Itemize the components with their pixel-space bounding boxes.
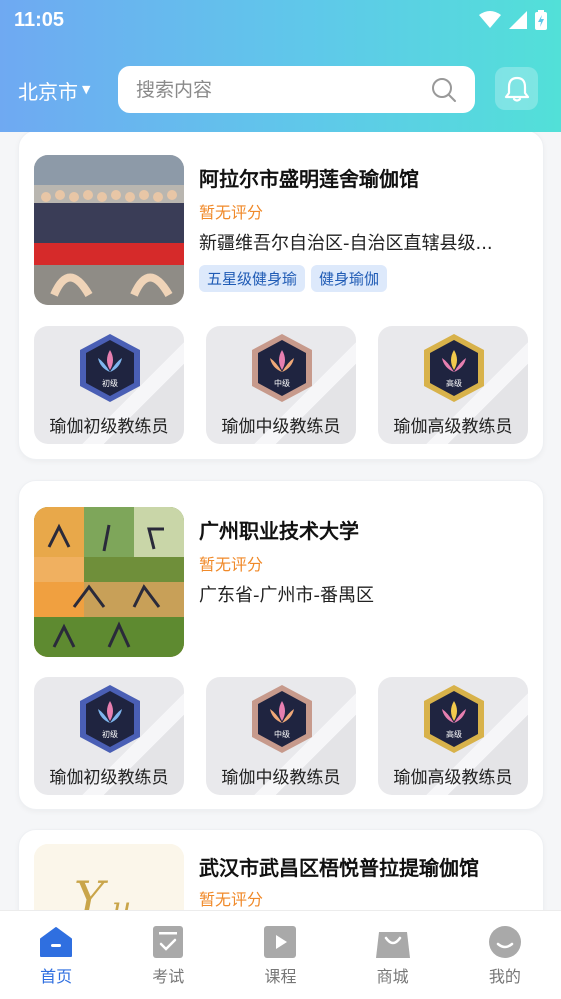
beginner-badge-icon <box>80 334 140 402</box>
venue-card[interactable]: 阿拉尔市盛明莲舍瑜伽馆 暂无评分 新疆维吾尔自治区-自治区直辖县级... 五星级… <box>18 132 544 460</box>
tab-course[interactable]: 课程 <box>224 911 336 999</box>
venue-photo <box>34 507 184 657</box>
course-play-icon <box>264 926 297 958</box>
cert-card-beginner[interactable]: 初级 瑜伽初级教练员 <box>34 677 184 795</box>
venue-rating: 暂无评分 <box>199 555 264 574</box>
exam-icon <box>153 926 184 958</box>
cert-label: 瑜伽高级教练员 <box>393 417 513 437</box>
cert-label: 瑜伽初级教练员 <box>49 417 169 437</box>
cert-card-intermediate[interactable]: 中级 瑜伽中级教练员 <box>206 677 356 795</box>
notification-button[interactable] <box>495 67 538 110</box>
beginner-badge-icon <box>80 685 140 753</box>
tab-home[interactable]: 首页 <box>0 911 112 999</box>
tab-exam[interactable]: 考试 <box>112 911 224 999</box>
bottom-tab-bar: 首页 考试 课程 商城 我的 <box>0 910 561 999</box>
cert-label: 瑜伽高级教练员 <box>393 768 513 788</box>
tab-profile[interactable]: 我的 <box>449 911 561 999</box>
svg-text:u: u <box>112 891 131 910</box>
venue-rating: 暂无评分 <box>199 890 264 909</box>
venue-name: 广州职业技术大学 <box>199 519 359 543</box>
cert-label: 瑜伽中级教练员 <box>221 768 341 788</box>
tab-label: 考试 <box>152 967 185 986</box>
badge-level-text: 初级 <box>102 730 118 739</box>
status-time: 11:05 <box>14 8 65 31</box>
tab-label: 首页 <box>40 967 73 986</box>
battery-icon <box>535 10 547 30</box>
wifi-icon <box>479 11 501 28</box>
search-row: 北京市 ▼ <box>0 64 561 116</box>
venue-name: 武汉市武昌区梧悦普拉提瑜伽馆 <box>199 856 479 880</box>
shop-bag-icon <box>375 932 410 958</box>
city-selector[interactable]: 北京市 ▼ <box>18 76 90 105</box>
venue-photo <box>34 155 184 305</box>
tab-label: 课程 <box>264 967 297 986</box>
search-input[interactable] <box>136 78 396 101</box>
cert-card-advanced[interactable]: 高级 瑜伽高级教练员 <box>378 677 528 795</box>
intermediate-badge-icon <box>252 685 312 753</box>
venue-tags: 五星级健身瑜 健身瑜伽 <box>199 265 388 292</box>
venue-photo: Y u <box>34 844 184 910</box>
venue-tag: 健身瑜伽 <box>311 265 388 292</box>
advanced-badge-icon <box>424 685 484 753</box>
badge-level-text: 高级 <box>446 730 462 739</box>
venue-address: 新疆维吾尔自治区-自治区直辖县级... <box>199 233 493 254</box>
home-icon <box>40 927 73 957</box>
intermediate-badge-icon <box>252 334 312 402</box>
status-bar: 11:05 <box>0 0 561 40</box>
venue-card[interactable]: Y u 武汉市武昌区梧悦普拉提瑜伽馆 暂无评分 <box>18 829 544 910</box>
search-icon[interactable] <box>431 77 457 103</box>
badge-level-text: 高级 <box>446 379 462 388</box>
badge-level-text: 中级 <box>274 730 290 739</box>
venue-address: 广东省-广州市-番禺区 <box>199 585 374 606</box>
status-icons <box>479 10 547 30</box>
tab-label: 我的 <box>488 967 521 986</box>
badge-level-text: 初级 <box>102 379 118 388</box>
cert-label: 瑜伽中级教练员 <box>221 417 341 437</box>
advanced-badge-icon <box>424 334 484 402</box>
app-header: 11:05 北京市 ▼ <box>0 0 561 132</box>
badge-level-text: 中级 <box>274 379 290 388</box>
cert-card-beginner[interactable]: 初级 瑜伽初级教练员 <box>34 326 184 444</box>
cert-label: 瑜伽初级教练员 <box>49 768 169 788</box>
venue-list[interactable]: 阿拉尔市盛明莲舍瑜伽馆 暂无评分 新疆维吾尔自治区-自治区直辖县级... 五星级… <box>0 132 561 910</box>
tab-shop[interactable]: 商城 <box>337 911 449 999</box>
tab-label: 商城 <box>376 967 409 986</box>
caret-down-icon: ▼ <box>82 83 91 96</box>
venue-card[interactable]: 广州职业技术大学 暂无评分 广东省-广州市-番禺区 初级 瑜伽初级教练员 中级 <box>18 480 544 810</box>
venue-tag: 五星级健身瑜 <box>199 265 306 292</box>
bell-icon <box>504 76 529 102</box>
search-box[interactable] <box>118 66 475 113</box>
cert-card-intermediate[interactable]: 中级 瑜伽中级教练员 <box>206 326 356 444</box>
venue-name: 阿拉尔市盛明莲舍瑜伽馆 <box>199 167 419 191</box>
profile-icon <box>488 926 521 958</box>
svg-text:Y: Y <box>74 871 109 910</box>
city-label: 北京市 <box>18 80 78 104</box>
signal-icon <box>509 11 527 29</box>
venue-rating: 暂无评分 <box>199 203 264 222</box>
cert-card-advanced[interactable]: 高级 瑜伽高级教练员 <box>378 326 528 444</box>
